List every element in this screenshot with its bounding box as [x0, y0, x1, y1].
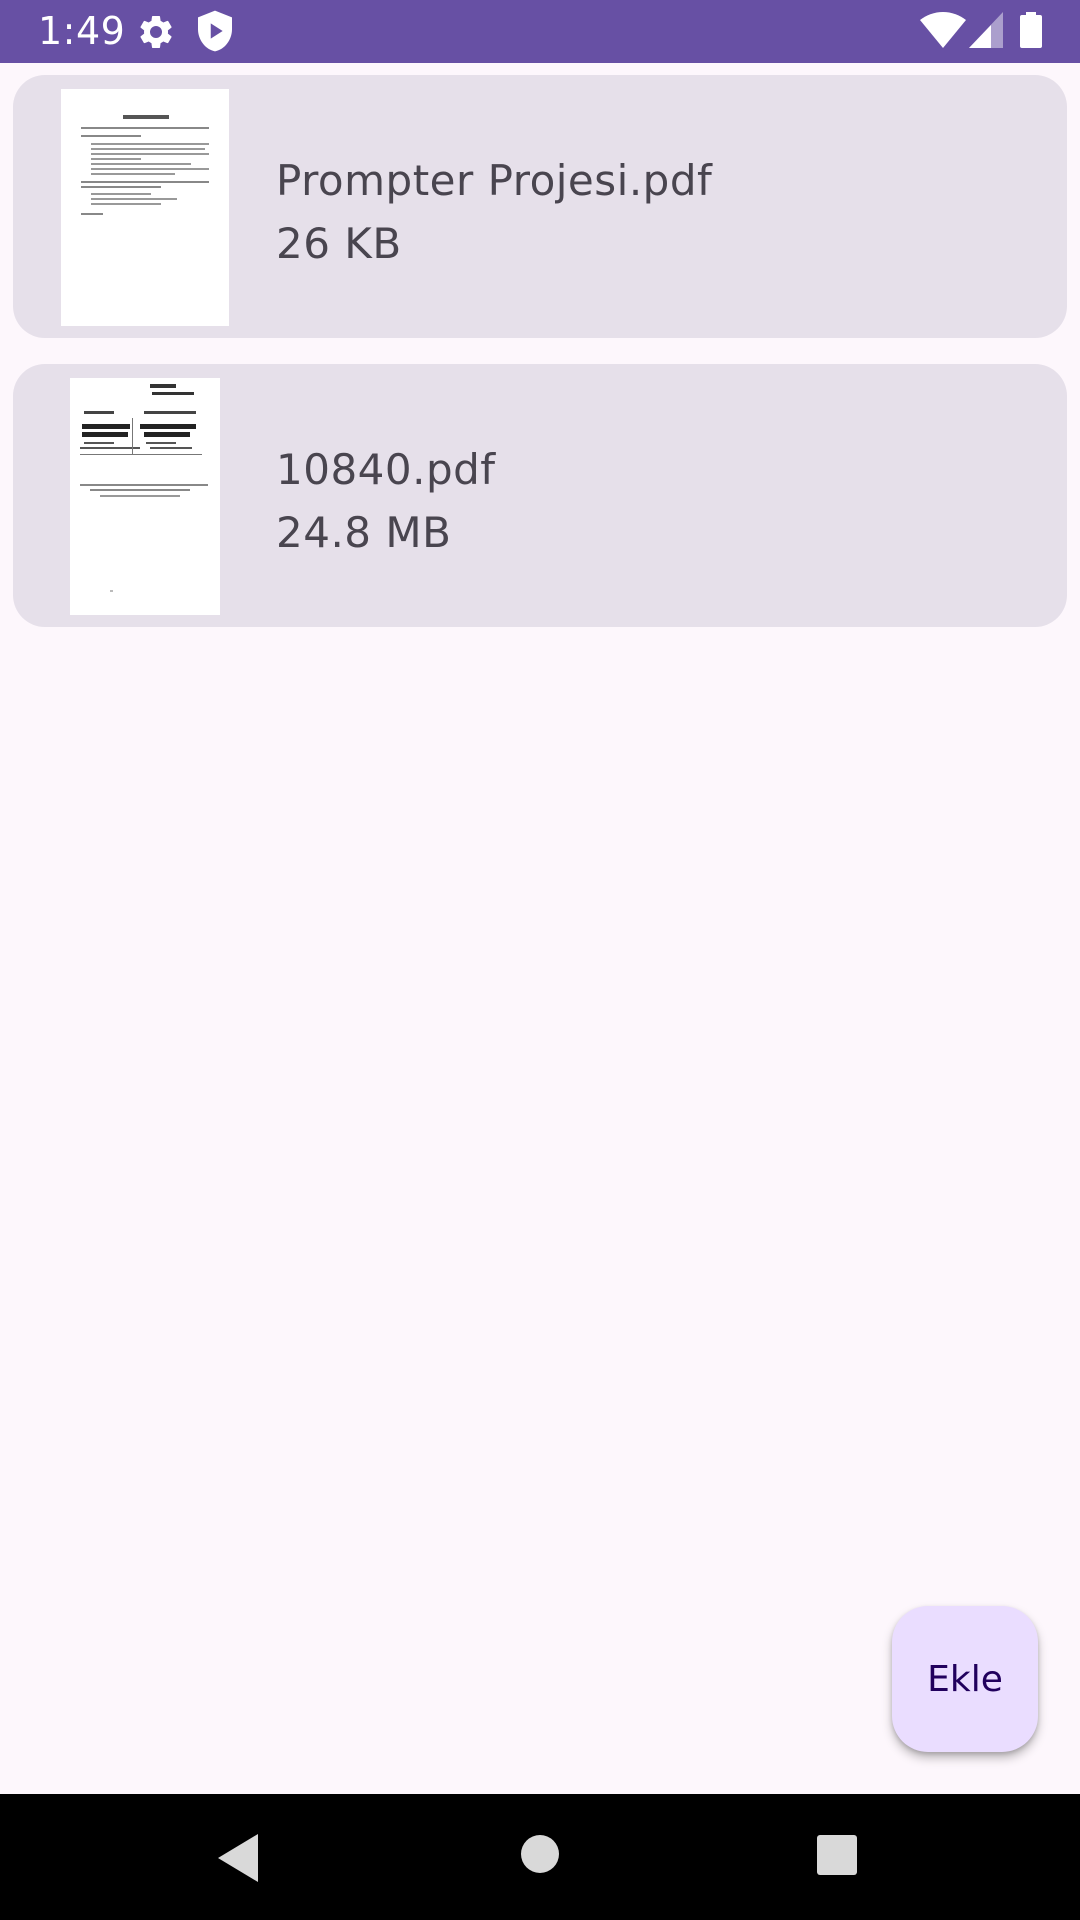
back-icon[interactable] — [214, 1832, 262, 1884]
home-icon[interactable] — [520, 1834, 560, 1874]
status-bar: 1:49 — [0, 0, 1080, 63]
status-time: 1:49 — [38, 9, 126, 53]
battery-icon — [1020, 12, 1042, 48]
navigation-bar — [0, 1794, 1080, 1920]
recents-icon[interactable] — [816, 1834, 858, 1876]
gear-icon — [140, 15, 172, 48]
file-size: 24.8 MB — [276, 508, 452, 557]
shield-play-icon — [198, 10, 232, 52]
signal-icon — [969, 12, 1003, 48]
pdf-page-thumbnail-icon — [70, 378, 220, 615]
file-card[interactable]: 10840.pdf 24.8 MB — [13, 364, 1067, 627]
file-size: 26 KB — [276, 219, 402, 268]
file-name: Prompter Projesi.pdf — [276, 156, 713, 205]
file-name: 10840.pdf — [276, 445, 496, 494]
pdf-thumbnail — [70, 378, 220, 615]
file-card[interactable]: Prompter Projesi.pdf 26 KB — [13, 75, 1067, 338]
add-button[interactable]: Ekle — [892, 1606, 1038, 1752]
pdf-thumbnail — [61, 89, 229, 326]
wifi-icon — [920, 12, 966, 48]
pdf-page-thumbnail-icon — [61, 89, 229, 326]
